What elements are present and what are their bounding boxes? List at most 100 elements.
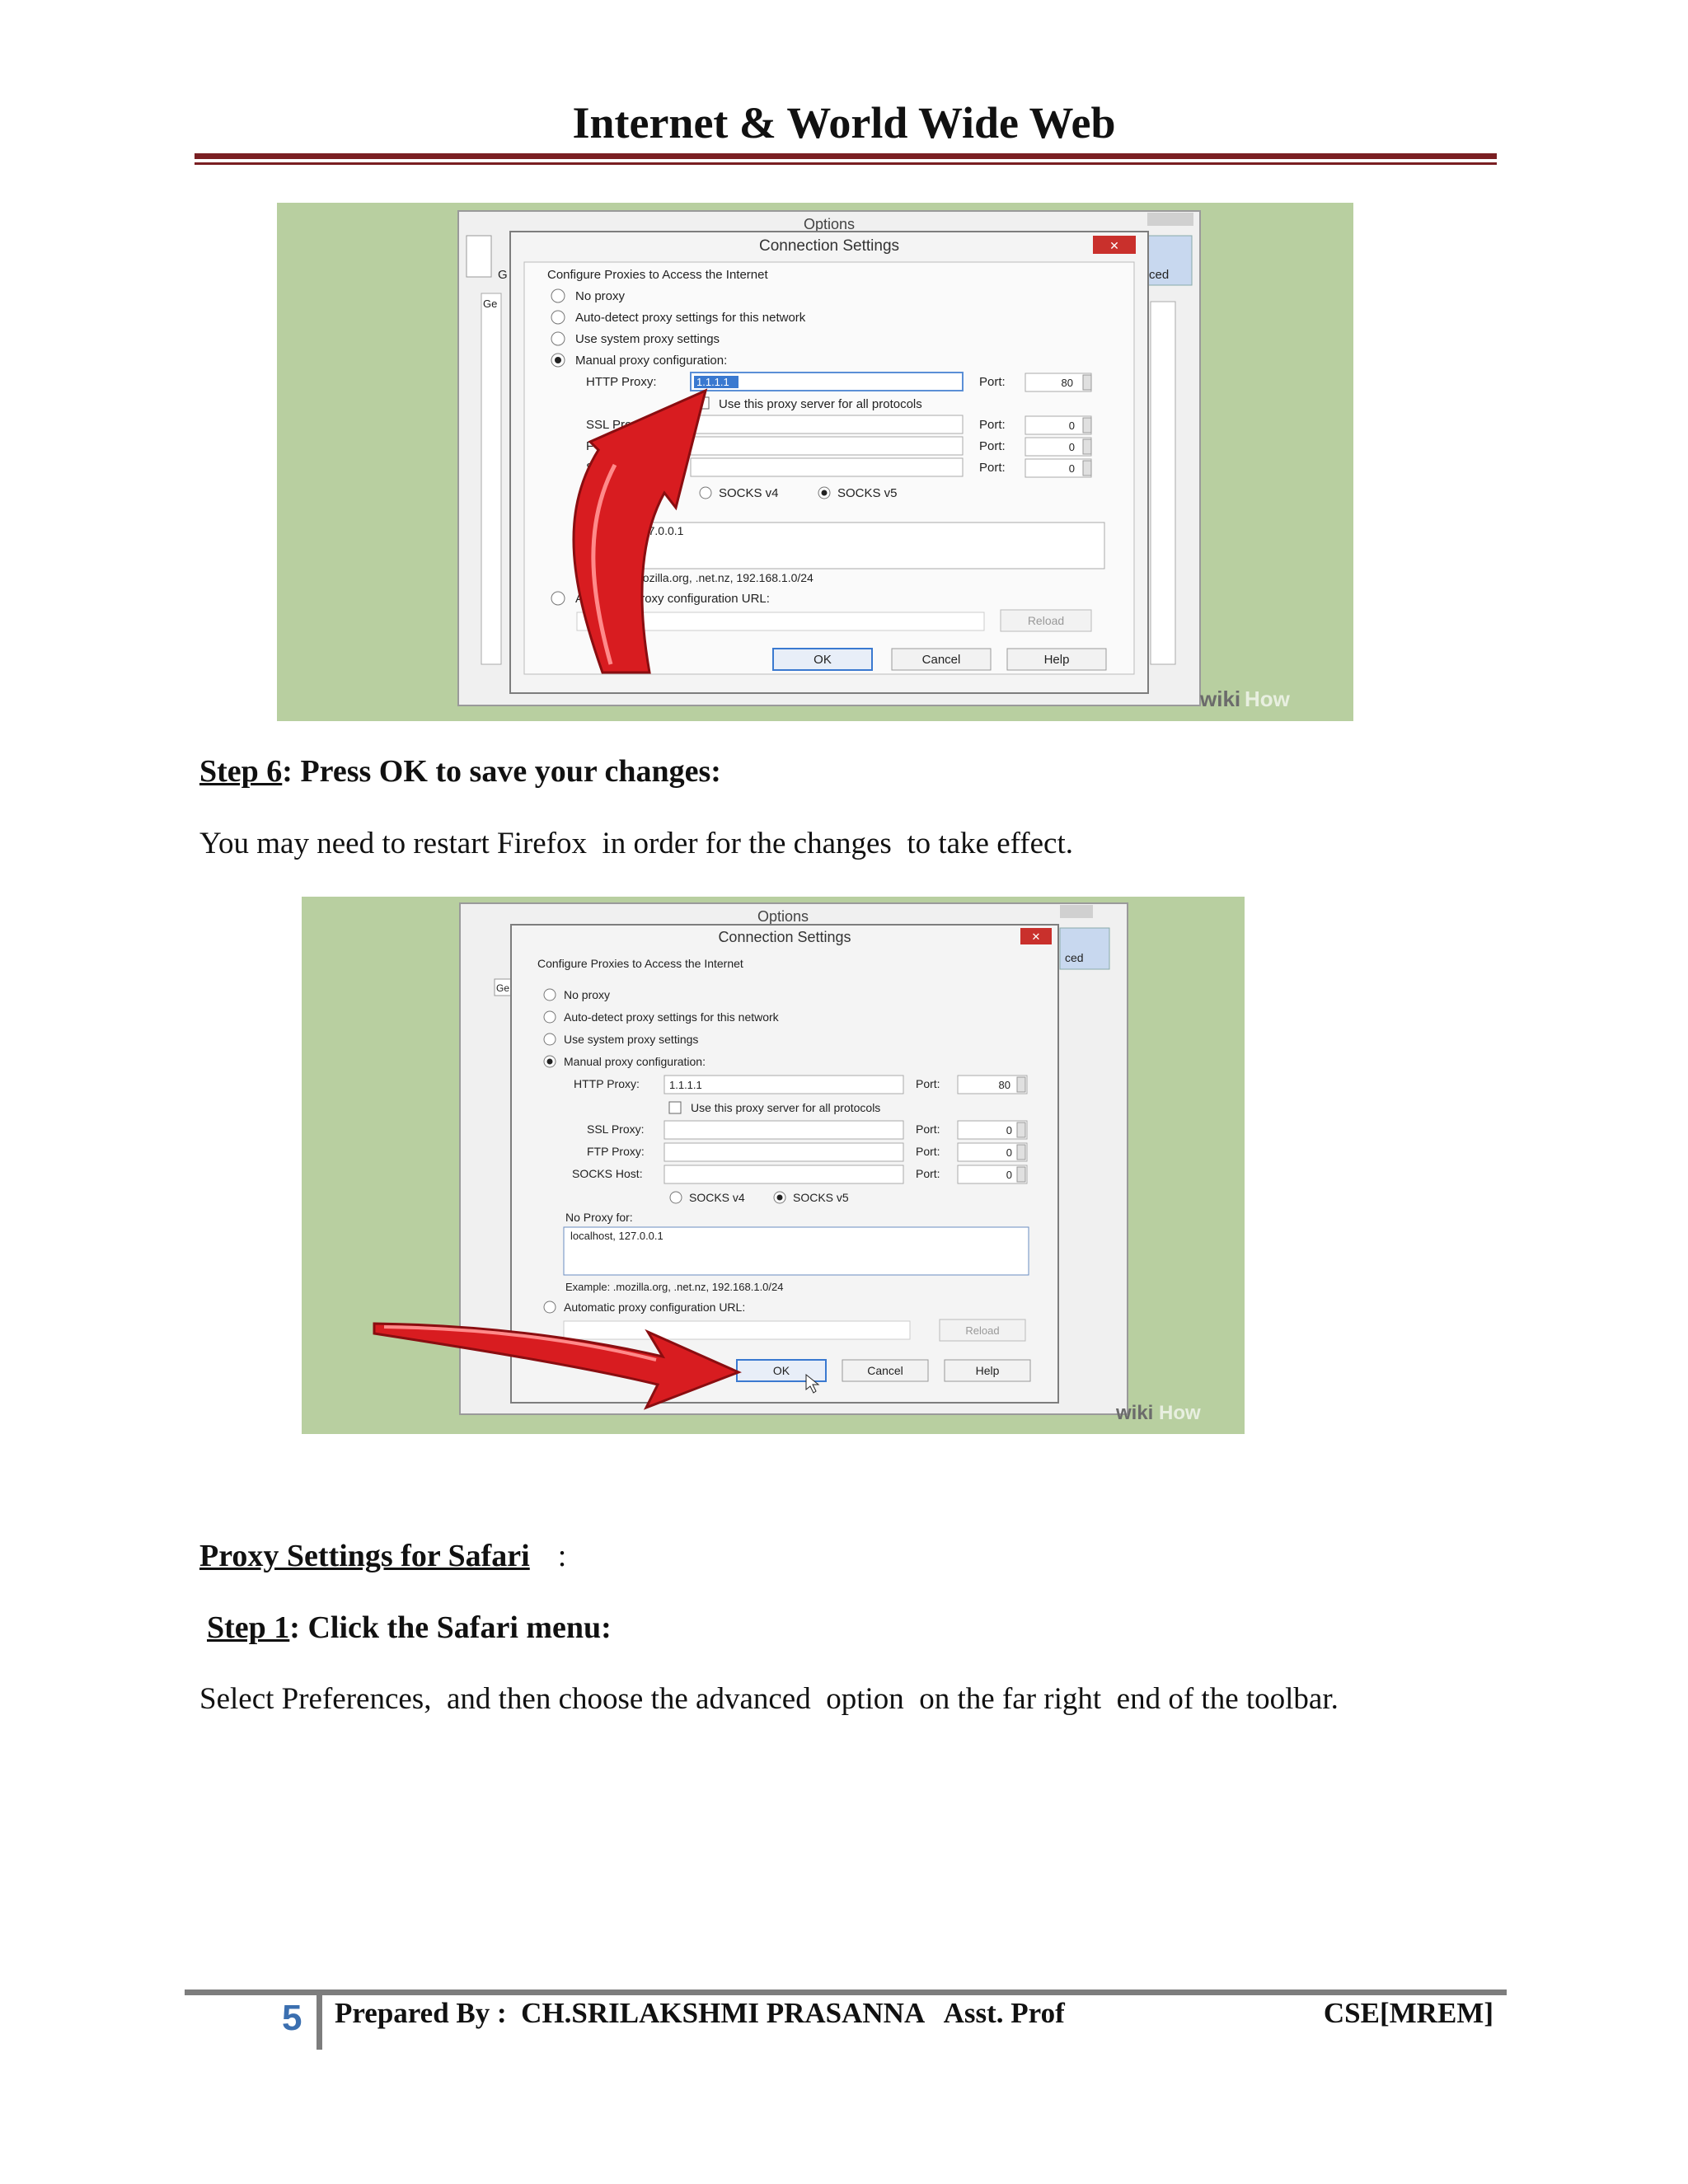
group-label: Configure Proxies to Access the Internet [547, 268, 768, 282]
port-spinner[interactable] [1016, 1076, 1026, 1093]
close-icon: ✕ [1032, 930, 1041, 943]
radio-auto-detect[interactable] [543, 1010, 556, 1024]
radio-label: Manual proxy configuration: [575, 354, 727, 368]
auto-url-input[interactable] [563, 1320, 911, 1340]
ok-label: OK [773, 1364, 790, 1377]
http-proxy-value: 1.1.1.1 [696, 376, 729, 388]
cancel-label: Cancel [867, 1364, 903, 1377]
port-label: Port: [979, 439, 1006, 453]
radio-no-proxy[interactable] [543, 988, 556, 1001]
ftp-proxy-input[interactable] [690, 436, 964, 456]
ftp-proxy-input[interactable] [663, 1142, 904, 1162]
ssl-port-input[interactable] [1025, 415, 1092, 435]
port-value: 80 [1062, 377, 1073, 389]
http-port-input[interactable] [1025, 373, 1092, 392]
port-value: 0 [1006, 1146, 1012, 1159]
ftp-port-input[interactable] [1025, 437, 1092, 457]
close-icon: ✕ [1109, 239, 1119, 252]
screenshot-ok-button: Options Ge ced Connection Settings ✕ Con… [302, 897, 1245, 1434]
socks-host-label: SOCKS Host: [572, 1167, 643, 1180]
step6-heading: Step 6: Press OK to save your changes: [199, 753, 721, 790]
ssl-proxy-input[interactable] [663, 1120, 904, 1140]
auto-url-label: Automatic proxy configuration URL: [564, 1301, 745, 1314]
ssl-port-input[interactable] [957, 1120, 1028, 1140]
wikihow-logo: wiki [1115, 1402, 1153, 1424]
radio-label: No proxy [564, 988, 610, 1001]
socks5-label: SOCKS v5 [837, 486, 898, 500]
port-spinner[interactable] [1016, 1144, 1026, 1160]
footer-rule [185, 1990, 1507, 1995]
radio-label: Auto-detect proxy settings for this netw… [575, 311, 806, 325]
radio-no-proxy[interactable] [551, 288, 565, 303]
options-tab-label: Ge [496, 982, 509, 994]
use-all-checkbox[interactable] [668, 1101, 682, 1114]
dialog-title: Connection Settings [759, 237, 899, 255]
radio-auto-detect[interactable] [551, 310, 565, 325]
radio-auto-url[interactable] [551, 591, 565, 606]
safari-heading: Proxy Settings for Safari: [199, 1538, 566, 1574]
radio-label: Manual proxy configuration: [564, 1055, 706, 1068]
port-spinner[interactable] [1016, 1166, 1026, 1183]
port-value: 80 [999, 1079, 1010, 1091]
radio-selected-dot [555, 357, 561, 363]
screenshot-proxy-field: Options G Ge ced Connection Settings ✕ C… [277, 203, 1353, 721]
port-label: Port: [916, 1122, 940, 1136]
port-value: 0 [1006, 1124, 1012, 1137]
wikihow-logo: wiki [1199, 687, 1240, 711]
socks-port-input[interactable] [1025, 458, 1092, 478]
no-proxy-value: localhost, 127.0.0.1 [570, 1230, 663, 1242]
step6-paragraph: You may need to restart Firefox in order… [199, 827, 1073, 860]
use-all-label: Use this proxy server for all protocols [719, 397, 922, 411]
header-rule-thin [195, 162, 1497, 165]
step6-text: : Press OK to save your changes: [282, 754, 721, 789]
port-spinner[interactable] [1016, 1122, 1026, 1138]
socks-host-input[interactable] [690, 457, 964, 477]
radio-selected-dot [546, 1058, 553, 1065]
page-header-title: Internet & World Wide Web [572, 98, 1116, 148]
options-window-title: Options [757, 908, 809, 925]
step1-label: Step 1 [207, 1610, 290, 1645]
port-label: Port: [979, 375, 1006, 389]
radio-auto-url[interactable] [543, 1301, 556, 1314]
wikihow-logo-how: How [1159, 1402, 1201, 1424]
http-port-input[interactable] [957, 1075, 1028, 1094]
options-tab-left [466, 235, 492, 278]
options-close-icon [1147, 213, 1193, 226]
socks5-label: SOCKS v5 [793, 1191, 849, 1204]
footer-prepared-by: Prepared By : CH.SRILAKSHMI PRASANNA Ass… [335, 1997, 1065, 2029]
port-value: 0 [1006, 1169, 1012, 1181]
http-proxy-label: HTTP Proxy: [586, 375, 657, 389]
radio-system[interactable] [551, 331, 565, 346]
ssl-proxy-input[interactable] [690, 415, 964, 434]
ftp-port-input[interactable] [957, 1142, 1028, 1162]
socks-host-input[interactable] [663, 1165, 904, 1184]
safari-heading-text: Proxy Settings for Safari [199, 1539, 530, 1573]
port-spinner[interactable] [1082, 438, 1092, 455]
port-value: 0 [1069, 419, 1075, 432]
socks4-label: SOCKS v4 [689, 1191, 745, 1204]
port-spinner[interactable] [1082, 460, 1092, 476]
options-tab-label: G [498, 268, 508, 282]
footer-divider [316, 1995, 322, 2050]
help-label: Help [976, 1364, 1000, 1377]
port-label: Port: [916, 1077, 940, 1090]
ssl-proxy-label: SSL Proxy: [587, 1122, 645, 1136]
radio-label: No proxy [575, 289, 626, 303]
wikihow-logo-how: How [1245, 687, 1291, 711]
radio-socks4[interactable] [699, 486, 712, 499]
group-label: Configure Proxies to Access the Internet [537, 957, 743, 970]
radio-label: Use system proxy settings [575, 332, 720, 346]
step1-heading: Step 1: Click the Safari menu: [207, 1610, 612, 1646]
port-spinner[interactable] [1082, 374, 1092, 391]
advanced-tab-label: ced [1065, 951, 1084, 964]
port-spinner[interactable] [1082, 417, 1092, 434]
radio-selected-dot [821, 490, 828, 496]
no-proxy-example: Example: .mozilla.org, .net.nz, 192.168.… [565, 1281, 784, 1293]
dialog-title: Connection Settings [718, 929, 851, 945]
radio-socks4[interactable] [669, 1191, 682, 1204]
options-close-icon [1060, 905, 1093, 918]
socks-port-input[interactable] [957, 1165, 1028, 1184]
radio-system[interactable] [543, 1033, 556, 1046]
safari-heading-colon: : [557, 1539, 567, 1573]
port-label: Port: [979, 418, 1006, 432]
